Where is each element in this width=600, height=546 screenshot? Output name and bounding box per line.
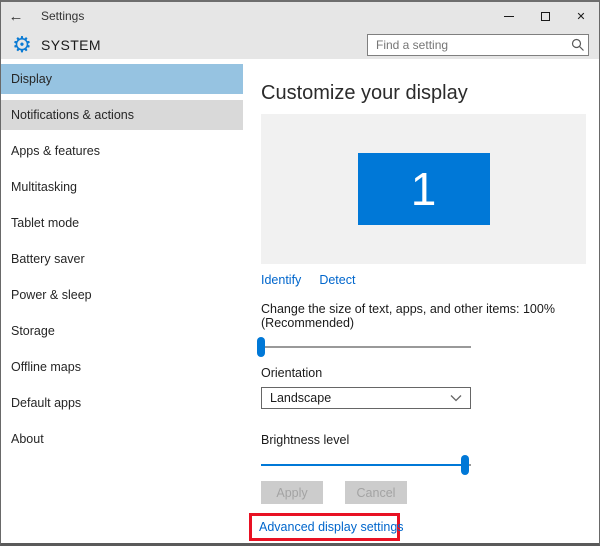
sidebar-item-storage[interactable]: Storage [1,316,243,346]
sidebar-item-default-apps[interactable]: Default apps [1,388,243,418]
cancel-button[interactable]: Cancel [345,481,407,504]
display-preview-panel: 1 [261,114,586,264]
chevron-down-icon [450,389,462,407]
search-input[interactable] [368,38,568,52]
window-controls: ✕ [491,2,599,30]
back-arrow-icon: ← [9,8,24,25]
window-chrome: ← Settings ✕ ⚙ SYSTEM [1,2,599,59]
brightness-slider-track[interactable] [261,464,471,466]
maximize-button[interactable] [527,2,563,30]
sidebar-item-multitasking[interactable]: Multitasking [1,172,243,202]
brightness-label: Brightness level [261,433,599,447]
window-title: Settings [41,9,84,23]
sidebar: Display Notifications & actions Apps & f… [1,59,243,545]
sidebar-item-notifications-actions[interactable]: Notifications & actions [1,100,243,130]
orientation-value: Landscape [270,391,450,405]
monitor-number: 1 [411,162,437,216]
search-box[interactable] [367,34,589,56]
page-title: Customize your display [261,81,599,105]
brightness-slider[interactable] [261,455,471,475]
minimize-button[interactable] [491,2,527,30]
sidebar-item-about[interactable]: About [1,424,243,454]
orientation-label: Orientation [261,366,599,380]
scaling-slider-thumb[interactable] [257,337,265,357]
identify-link[interactable]: Identify [261,273,301,287]
close-icon: ✕ [576,10,585,23]
orientation-dropdown[interactable]: Landscape [261,387,471,409]
gear-icon: ⚙ [7,34,37,56]
sidebar-item-battery-saver[interactable]: Battery saver [1,244,243,274]
action-buttons: Apply Cancel [261,481,599,504]
monitor-preview[interactable]: 1 [358,153,490,225]
settings-window: ← Settings ✕ ⚙ SYSTEM [0,0,600,546]
display-settings-panel: Customize your display 1 Identify Detect… [243,59,599,545]
scaling-slider-track[interactable] [261,346,471,348]
annotation-highlight-box: Advanced display settings [249,513,400,541]
sidebar-item-power-sleep[interactable]: Power & sleep [1,280,243,310]
sidebar-item-display[interactable]: Display [1,64,243,94]
scaling-slider[interactable] [261,337,471,357]
minimize-icon [504,16,514,17]
titlebar: ← Settings ✕ [1,2,599,30]
detect-link[interactable]: Detect [319,273,355,287]
identify-detect-row: Identify Detect [261,273,599,287]
sidebar-item-apps-features[interactable]: Apps & features [1,136,243,166]
advanced-display-settings-link[interactable]: Advanced display settings [259,520,404,534]
scaling-label: Change the size of text, apps, and other… [261,302,561,330]
back-button[interactable]: ← [1,8,31,25]
maximize-icon [541,12,550,21]
apply-button[interactable]: Apply [261,481,323,504]
sidebar-item-offline-maps[interactable]: Offline maps [1,352,243,382]
app-header: ⚙ SYSTEM [1,30,599,59]
window-body: Display Notifications & actions Apps & f… [1,59,599,545]
brightness-slider-thumb[interactable] [461,455,469,475]
search-icon[interactable] [568,38,588,52]
close-button[interactable]: ✕ [563,2,599,30]
section-title: SYSTEM [41,37,101,53]
sidebar-item-tablet-mode[interactable]: Tablet mode [1,208,243,238]
